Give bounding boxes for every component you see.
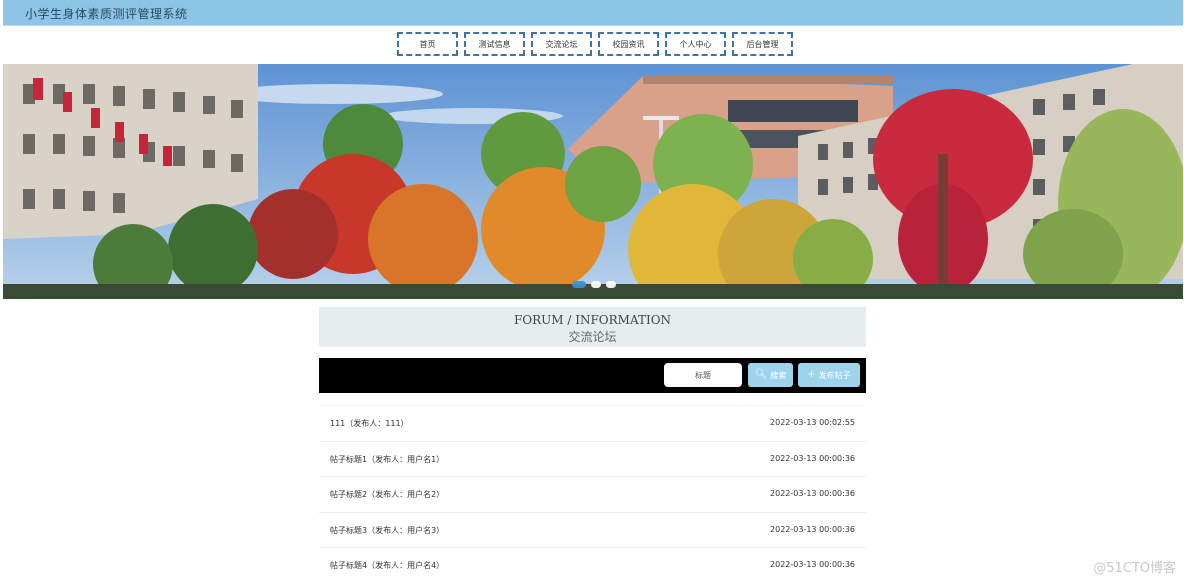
title-bar: 小学生身体素质测评管理系统 — [3, 0, 1183, 26]
carousel-dot-1[interactable] — [572, 281, 586, 288]
post-row[interactable]: 111（发布人：111） 2022-03-13 00:02:55 — [319, 405, 866, 441]
post-time: 2022-03-13 00:00:36 — [770, 453, 855, 463]
app-title: 小学生身体素质测评管理系统 — [25, 7, 188, 21]
carousel-dot-3[interactable] — [606, 281, 616, 288]
post-title[interactable]: 111（发布人：111） — [330, 418, 409, 429]
carousel-dot-2[interactable] — [591, 281, 601, 288]
forum-title-en: FORUM / INFORMATION — [513, 313, 672, 327]
post-row[interactable]: 帖子标题1（发布人：用户名1） 2022-03-13 00:00:36 — [319, 440, 866, 477]
carousel-dots — [572, 281, 616, 288]
nav-items: 首页 测试信息 交流论坛 校园资讯 个人中心 后台管理 — [397, 32, 793, 56]
nav-forum[interactable]: 交流论坛 — [531, 32, 592, 56]
banner-carousel[interactable] — [3, 64, 1183, 299]
publish-post-button[interactable]: + 发布帖子 — [798, 363, 860, 387]
watermark: @51CTO博客 — [1093, 561, 1176, 576]
post-time: 2022-03-13 00:00:36 — [770, 524, 855, 534]
post-time: 2022-03-13 00:00:36 — [770, 560, 855, 569]
post-title[interactable]: 帖子标题4（发布人：用户名4） — [330, 560, 444, 571]
forum-heading: FORUM / INFORMATION 交流论坛 — [319, 307, 866, 347]
search-button-label: 搜索 — [770, 370, 787, 380]
search-bar: 🔍︎ 搜索 + 发布帖子 — [319, 358, 866, 393]
nav-campus-news[interactable]: 校园资讯 — [598, 32, 659, 56]
nav-test-info[interactable]: 测试信息 — [464, 32, 525, 56]
post-list: 111（发布人：111） 2022-03-13 00:02:55 帖子标题1（发… — [319, 405, 866, 583]
publish-post-label: 发布帖子 — [818, 370, 851, 380]
plus-icon: + — [807, 369, 816, 380]
main-nav: 首页 测试信息 交流论坛 校园资讯 个人中心 后台管理 — [3, 26, 1183, 64]
post-row[interactable]: 帖子标题4（发布人：用户名4） 2022-03-13 00:00:36 — [319, 547, 866, 583]
nav-home[interactable]: 首页 — [397, 32, 458, 56]
nav-admin[interactable]: 后台管理 — [732, 32, 793, 56]
search-title-input[interactable] — [664, 363, 742, 387]
post-row[interactable]: 帖子标题3（发布人：用户名3） 2022-03-13 00:00:36 — [319, 511, 866, 548]
post-title[interactable]: 帖子标题2（发布人：用户名2） — [330, 489, 444, 500]
post-title[interactable]: 帖子标题3（发布人：用户名3） — [330, 525, 444, 536]
post-title[interactable]: 帖子标题1（发布人：用户名1） — [330, 454, 444, 465]
nav-personal-center[interactable]: 个人中心 — [665, 32, 726, 56]
banner-image — [3, 64, 1183, 299]
post-row[interactable]: 帖子标题2（发布人：用户名2） 2022-03-13 00:00:36 — [319, 476, 866, 512]
post-time: 2022-03-13 00:02:55 — [770, 418, 855, 427]
search-icon: 🔍︎ — [754, 369, 768, 380]
search-button[interactable]: 🔍︎ 搜索 — [748, 363, 793, 387]
forum-title-cn: 交流论坛 — [568, 330, 617, 344]
post-time: 2022-03-13 00:00:36 — [770, 489, 855, 498]
page: 小学生身体素质测评管理系统 首页 测试信息 交流论坛 校园资讯 个人中心 后台管… — [0, 0, 1184, 584]
